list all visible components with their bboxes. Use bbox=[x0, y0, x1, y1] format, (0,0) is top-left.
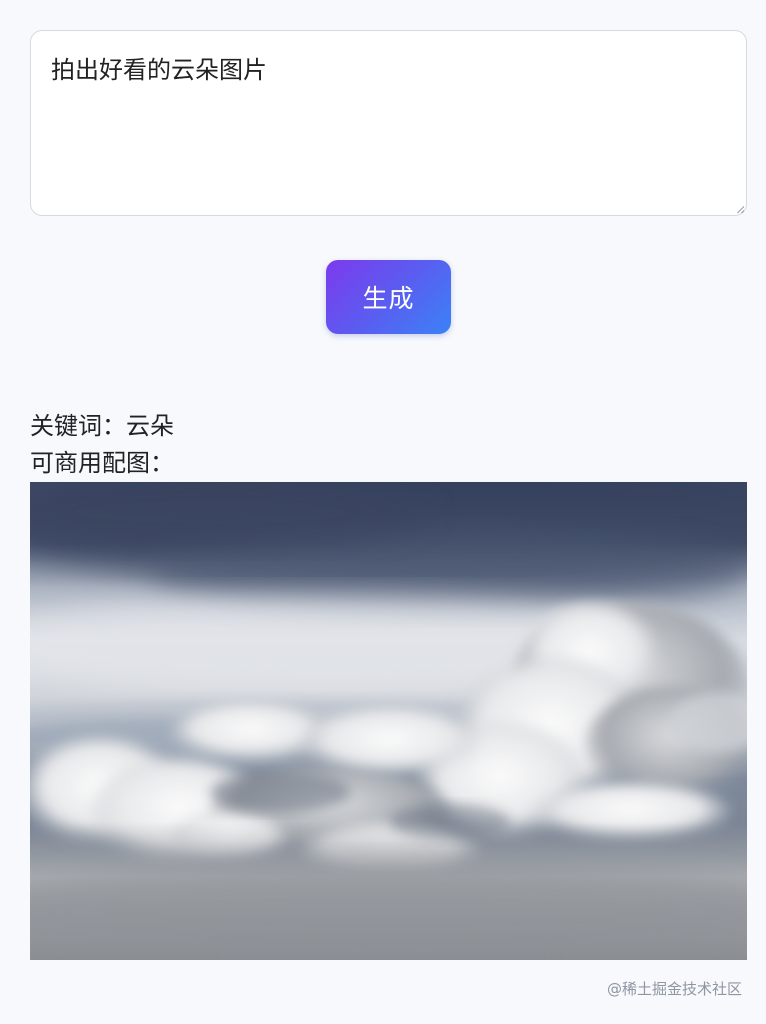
generated-cloud-image bbox=[30, 482, 747, 960]
prompt-text: 拍出好看的云朵图片 bbox=[51, 56, 267, 84]
keyword-line: 关键词：云朵 bbox=[30, 408, 174, 444]
keyword-label: 关键词： bbox=[30, 412, 126, 440]
watermark: @稀土掘金技术社区 bbox=[606, 980, 742, 998]
image-label: 可商用配图： bbox=[30, 449, 174, 477]
prompt-textarea[interactable]: 拍出好看的云朵图片 bbox=[30, 30, 747, 216]
resize-handle-icon[interactable] bbox=[736, 205, 744, 213]
keyword-value: 云朵 bbox=[126, 412, 174, 440]
generate-button[interactable]: 生成 bbox=[326, 260, 451, 334]
